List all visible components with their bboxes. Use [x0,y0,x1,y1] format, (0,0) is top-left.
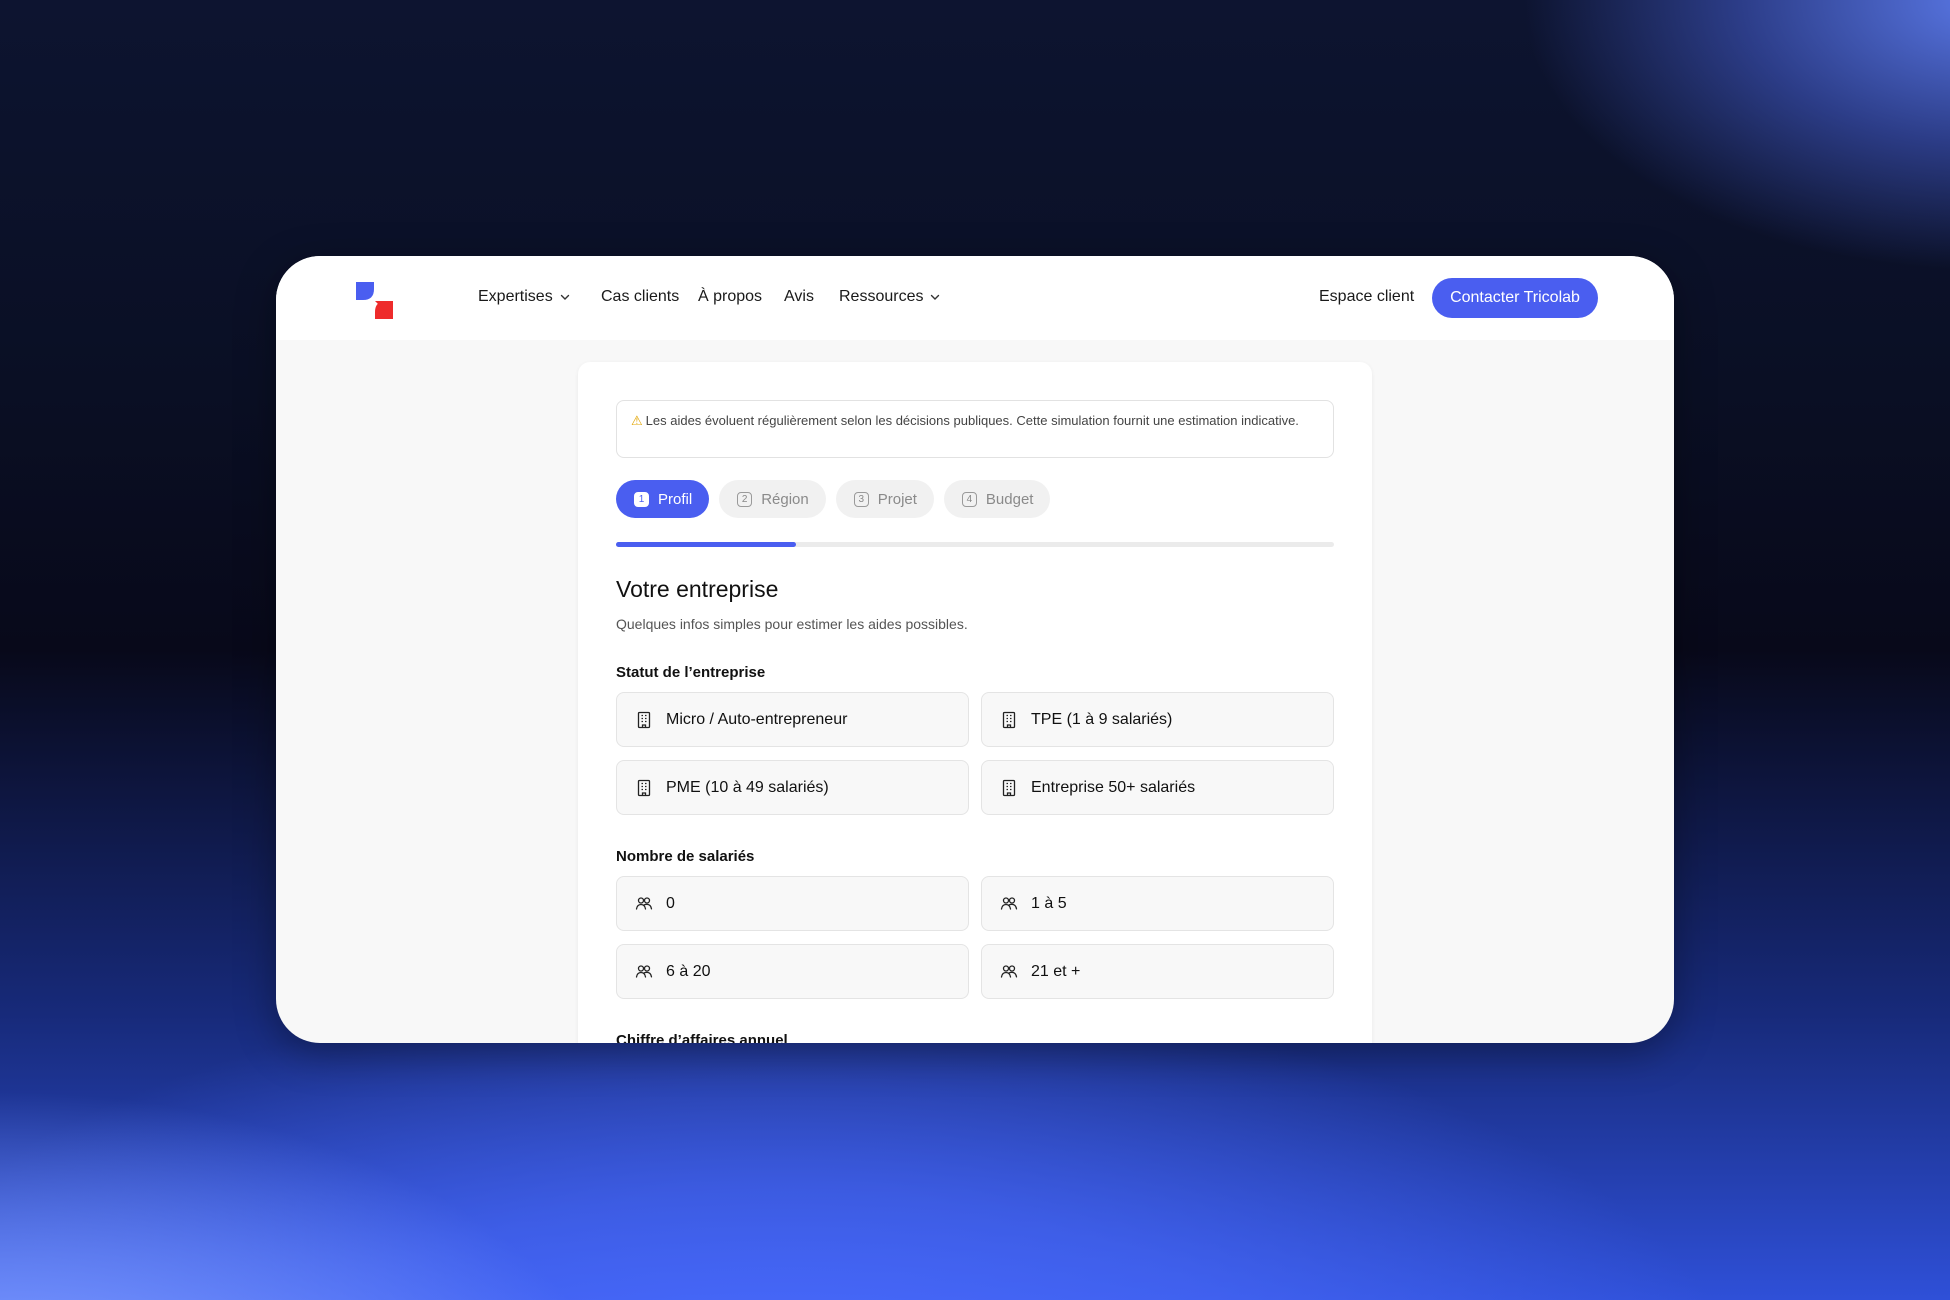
step-number: 1 [634,491,649,507]
disclaimer-notice: ⚠ Les aides évoluent régulièrement selon … [616,400,1334,458]
nav-item-label: Expertises [478,288,553,305]
nav-item-ressources[interactable]: Ressources [839,288,941,306]
status-label: Statut de l’entreprise [616,664,766,681]
progress-bar [616,542,1334,547]
step-projet[interactable]: 3 Projet [835,480,934,518]
users-icon [1000,964,1018,978]
status-option-micro[interactable]: Micro / Auto-entrepreneur [616,692,969,747]
nav-item-label: Avis [784,288,814,305]
option-label: TPE (1 à 9 salariés) [1031,710,1173,728]
option-label: 1 à 5 [1031,894,1067,912]
employees-option-1-5[interactable]: 1 à 5 [981,876,1334,931]
option-label: PME (10 à 49 salariés) [666,778,829,796]
chevron-down-icon [931,294,940,300]
browser-window: Expertises Cas clients À propos Avis Res… [276,256,1674,1043]
status-option-entreprise-50[interactable]: Entreprise 50+ salariés [981,760,1334,815]
employees-option-6-20[interactable]: 6 à 20 [616,944,969,999]
navbar: Expertises Cas clients À propos Avis Res… [276,256,1674,340]
building-icon [637,711,651,728]
progress-fill [616,542,796,547]
step-profil[interactable]: 1 Profil [616,480,710,518]
step-number: 3 [853,491,869,507]
nav-item-expertises[interactable]: Expertises [478,288,571,306]
option-label: 0 [666,894,675,912]
section-title: Votre entreprise [616,576,779,602]
users-icon [1000,896,1018,910]
status-option-pme[interactable]: PME (10 à 49 salariés) [616,760,969,815]
step-label: Projet [877,490,917,508]
contact-tricolab-button[interactable]: Contacter Tricolab [1432,278,1598,318]
users-icon [635,896,653,910]
notice-text: Les aides évoluent régulièrement selon l… [645,413,1299,428]
step-label: Budget [985,490,1034,508]
option-label: Micro / Auto-entrepreneur [666,710,848,728]
revenue-label: Chiffre d’affaires annuel [616,1032,788,1043]
step-label: Région [761,490,809,508]
simulation-form-card: ⚠ Les aides évoluent régulièrement selon … [578,362,1372,1043]
nav-item-label: Cas clients [601,288,680,305]
building-icon [1002,711,1016,728]
option-label: Entreprise 50+ salariés [1031,778,1196,796]
step-budget[interactable]: 4 Budget [943,480,1051,518]
warning-icon: ⚠ [631,413,643,428]
employees-option-0[interactable]: 0 [616,876,969,931]
step-region[interactable]: 2 Région [719,480,826,518]
step-number: 2 [737,491,753,507]
building-icon [637,779,651,796]
nav-item-label: À propos [698,288,763,305]
nav-item-avis[interactable]: Avis [784,288,814,306]
option-label: 6 à 20 [666,962,711,980]
users-icon [635,964,653,978]
step-label: Profil [658,490,693,508]
option-label: 21 et + [1031,962,1081,980]
employees-label: Nombre de salariés [616,848,755,865]
step-number: 4 [961,491,977,507]
chevron-down-icon [560,294,569,300]
nav-item-cas-clients[interactable]: Cas clients [601,288,679,306]
employees-option-21-plus[interactable]: 21 et + [981,944,1334,999]
section-subtitle: Quelques infos simples pour estimer les … [616,616,968,632]
tricolab-logo[interactable] [354,280,394,320]
building-icon [1002,779,1016,796]
nav-item-label: Ressources [839,288,924,305]
nav-item-a-propos[interactable]: À propos [698,288,762,306]
stepper: 1 Profil 2 Région 3 Projet 4 Budget [616,480,1051,518]
espace-client-link[interactable]: Espace client [1319,288,1414,306]
status-option-tpe[interactable]: TPE (1 à 9 salariés) [981,692,1334,747]
